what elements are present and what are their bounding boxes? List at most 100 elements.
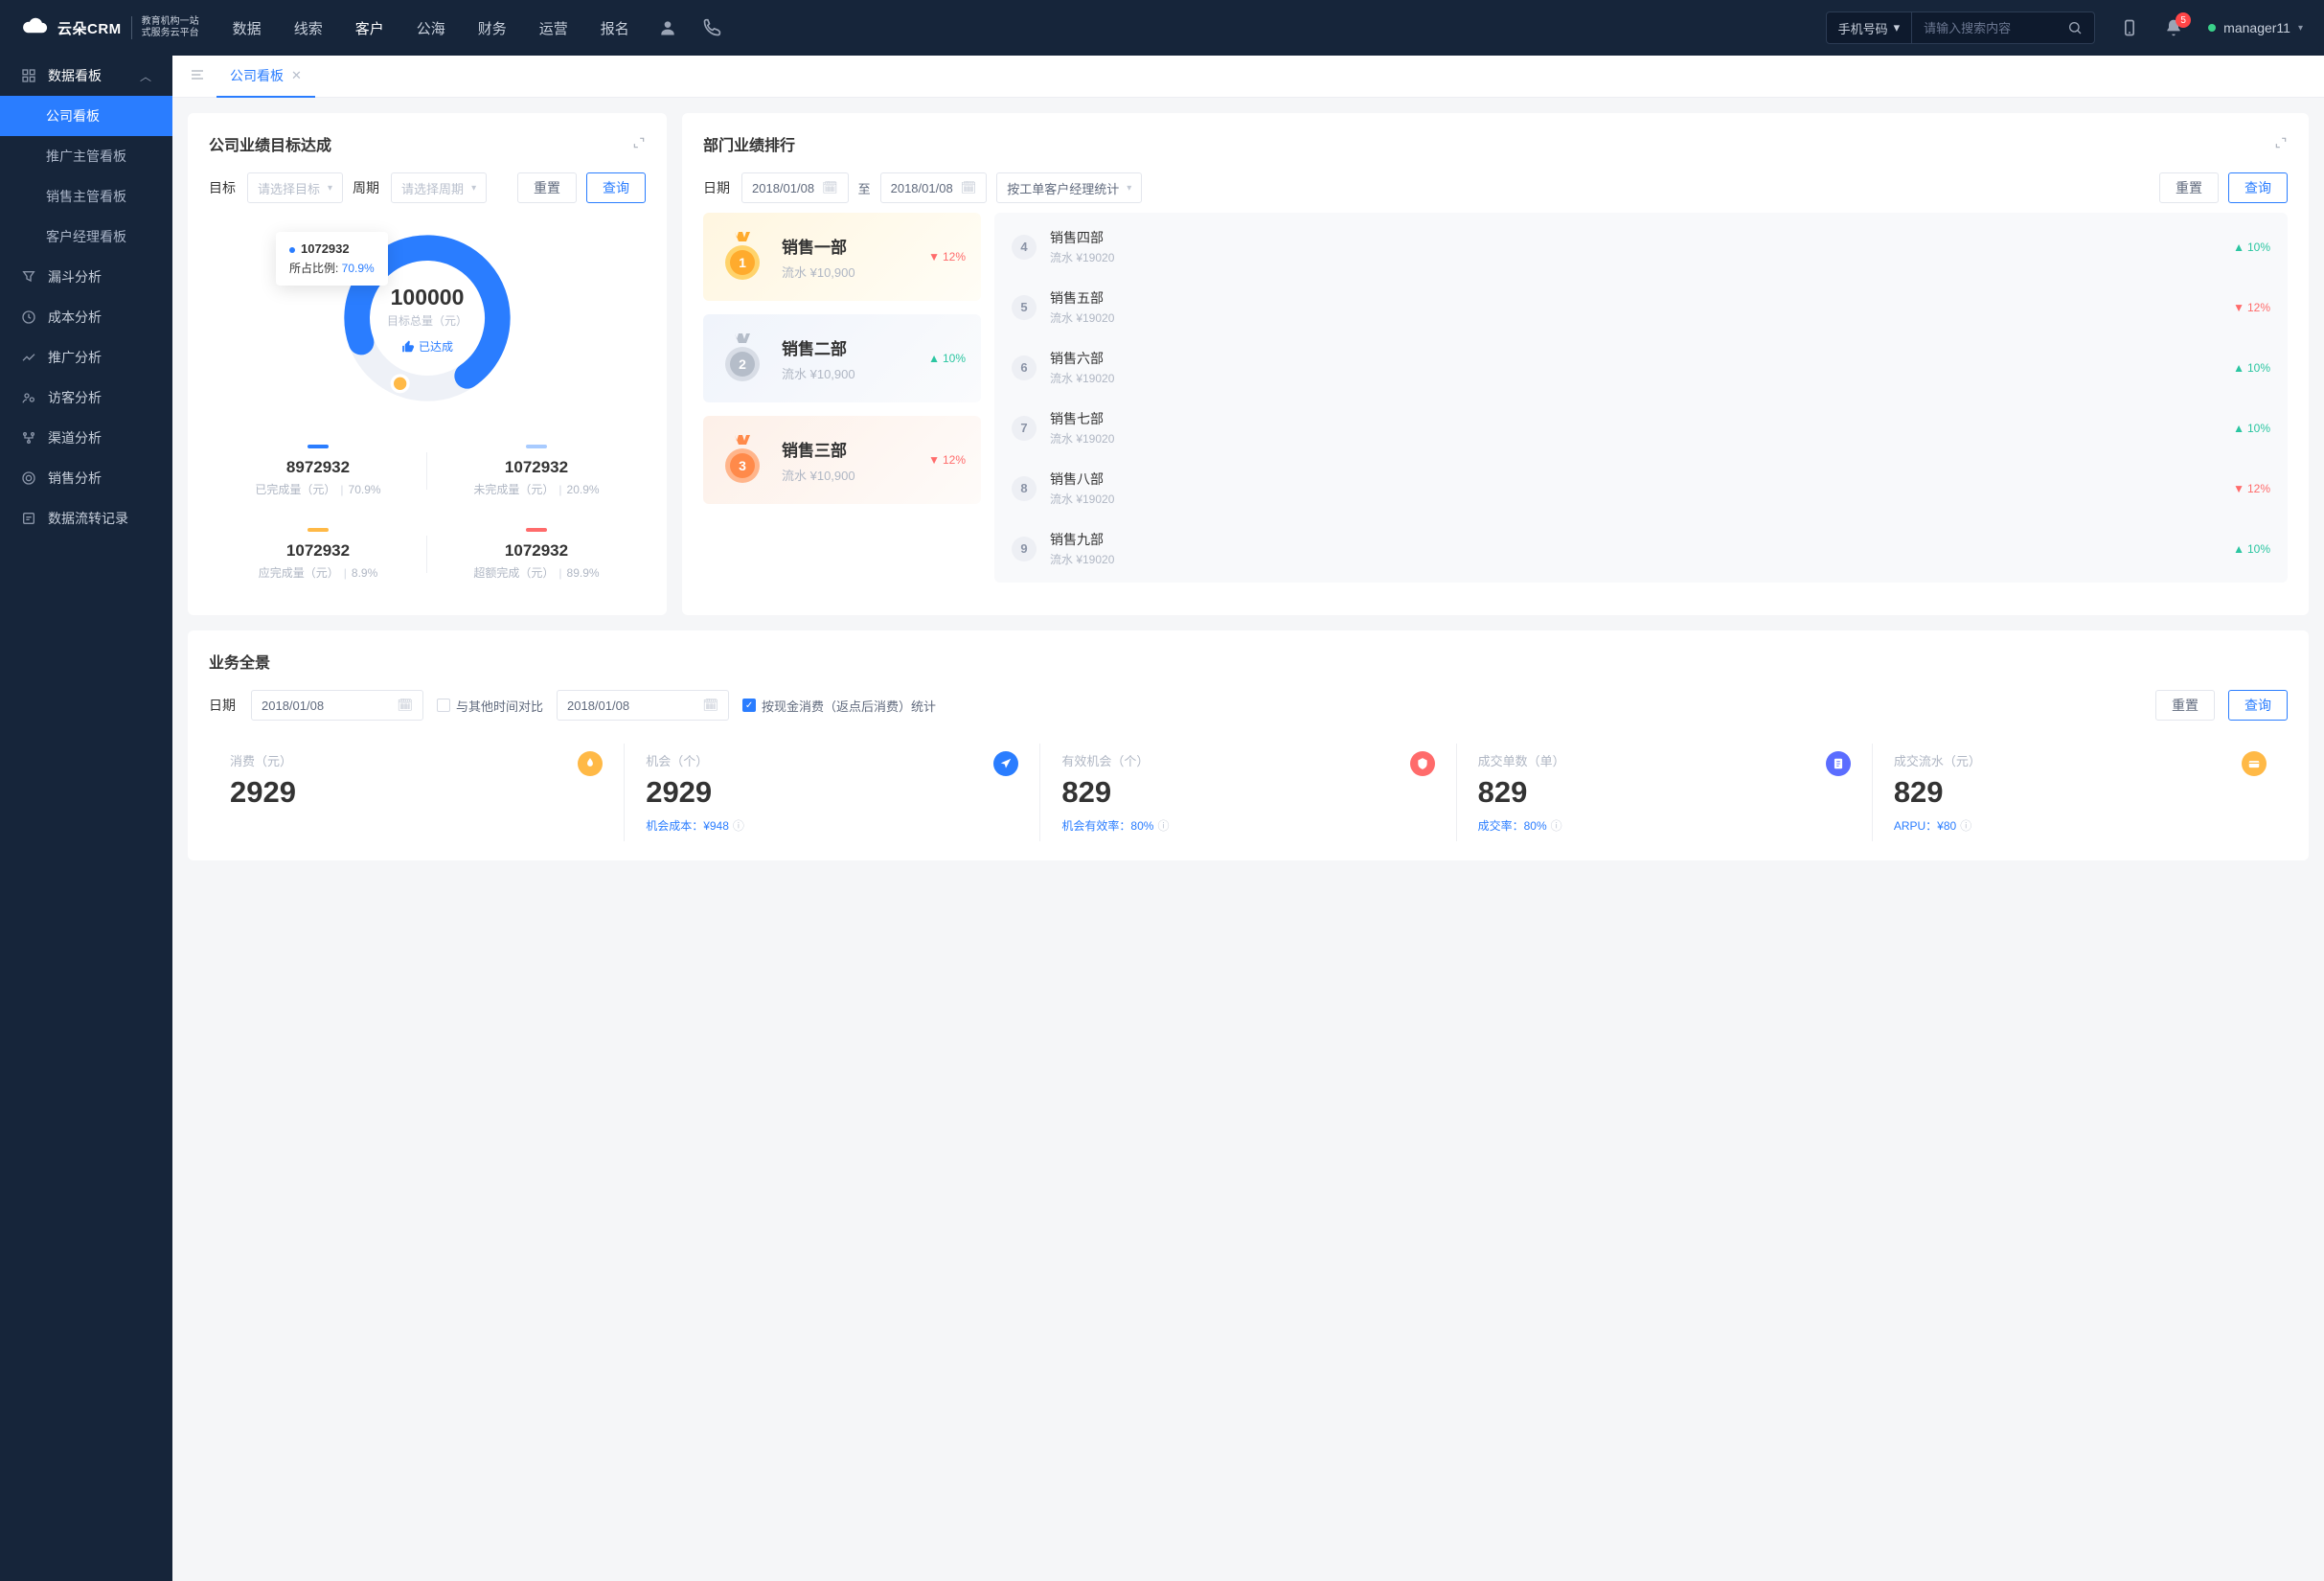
sidebar-item-2[interactable]: 推广分析 xyxy=(0,337,172,378)
sidebar-toggle-icon[interactable] xyxy=(186,64,209,88)
trend-indicator: ▼ 12% xyxy=(928,453,966,467)
stat-tile-3: 成交单数（单）829成交率：80% ⓘ xyxy=(1457,744,1873,841)
mobile-icon[interactable] xyxy=(2120,18,2139,37)
tile-icon xyxy=(993,751,1018,776)
arrow-icon: ▼ xyxy=(2233,301,2244,314)
stat-bar-icon xyxy=(526,528,547,532)
close-icon[interactable]: ✕ xyxy=(291,68,302,83)
rank-meta: 流水 ¥19020 xyxy=(1050,430,2220,447)
stat-tile-4: 成交流水（元）829ARPU：¥80 ⓘ xyxy=(1873,744,2288,841)
query-button[interactable]: 查询 xyxy=(586,172,646,203)
sidebar-item-6[interactable]: 数据流转记录 xyxy=(0,498,172,538)
brand-logo[interactable]: 云朵CRM 教育机构一站 式服务云平台 xyxy=(21,16,199,39)
sidebar-item-icon xyxy=(21,269,36,285)
tooltip-ratio-label: 所占比例: xyxy=(289,262,342,275)
sidebar-item-label: 漏斗分析 xyxy=(48,267,102,286)
period-select[interactable]: 请选择周期 ▾ xyxy=(391,172,487,203)
sidebar-sub-3[interactable]: 客户经理看板 xyxy=(0,217,172,257)
trend-indicator: ▲ 10% xyxy=(2233,542,2270,556)
reset-button[interactable]: 重置 xyxy=(517,172,577,203)
sidebar-group-dashboard[interactable]: 数据看板 ︿ xyxy=(0,56,172,96)
sidebar-sub-1[interactable]: 推广主管看板 xyxy=(0,136,172,176)
rank-top-3[interactable]: 3销售三部流水 ¥10,900▼ 12% xyxy=(703,416,981,504)
sidebar-item-icon xyxy=(21,309,36,325)
help-icon[interactable]: ⓘ xyxy=(1157,817,1169,834)
sidebar-item-0[interactable]: 漏斗分析 xyxy=(0,257,172,297)
date-to-input[interactable]: 2018/01/08🗓 xyxy=(880,172,988,203)
rank-name: 销售四部 xyxy=(1050,228,2220,247)
nav-3[interactable]: 公海 xyxy=(417,18,445,38)
query-button[interactable]: 查询 xyxy=(2228,172,2288,203)
brand-name: 云朵CRM xyxy=(57,18,122,38)
date2-input[interactable]: 2018/01/08🗓 xyxy=(557,690,729,721)
nav-4[interactable]: 财务 xyxy=(478,18,507,38)
sidebar-item-icon xyxy=(21,511,36,526)
tile-label: 消费（元） xyxy=(230,751,296,769)
compare-checkbox[interactable]: 与其他时间对比 xyxy=(437,697,543,715)
checkbox-checked-icon: ✓ xyxy=(742,699,756,712)
rank-item-5[interactable]: 5销售五部流水 ¥19020▼ 12% xyxy=(994,277,2288,337)
select-placeholder: 请选择目标 xyxy=(258,179,320,197)
trend-indicator: ▼ 12% xyxy=(2233,482,2270,495)
nav-6[interactable]: 报名 xyxy=(601,18,629,38)
rank-item-9[interactable]: 9销售九部流水 ¥19020▲ 10% xyxy=(994,518,2288,579)
rank-number: 4 xyxy=(1012,235,1037,260)
date-from-input[interactable]: 2018/01/08🗓 xyxy=(741,172,849,203)
sidebar-item-4[interactable]: 渠道分析 xyxy=(0,418,172,458)
rank-item-4[interactable]: 4销售四部流水 ¥19020▲ 10% xyxy=(994,217,2288,277)
sidebar-item-5[interactable]: 销售分析 xyxy=(0,458,172,498)
search-input[interactable] xyxy=(1912,21,2056,35)
cash-checkbox[interactable]: ✓按现金消费（返点后消费）统计 xyxy=(742,697,936,715)
cloud-icon xyxy=(21,16,48,39)
rank-name: 销售三部 xyxy=(782,437,855,461)
help-icon[interactable]: ⓘ xyxy=(1551,817,1562,834)
trend-indicator: ▲ 10% xyxy=(928,352,966,365)
tile-icon xyxy=(1826,751,1851,776)
user-icon[interactable] xyxy=(658,18,677,37)
notification-bell[interactable]: 5 xyxy=(2164,18,2183,37)
arrow-icon: ▲ xyxy=(2233,422,2244,435)
query-button[interactable]: 查询 xyxy=(2228,690,2288,721)
sidebar-item-1[interactable]: 成本分析 xyxy=(0,297,172,337)
search-type-select[interactable]: 手机号码 ▾ xyxy=(1827,12,1913,43)
nav-2[interactable]: 客户 xyxy=(355,18,384,38)
nav-1[interactable]: 线索 xyxy=(294,18,323,38)
nav-5[interactable]: 运营 xyxy=(539,18,568,38)
trend-indicator: ▼ 12% xyxy=(928,250,966,264)
tile-value: 829 xyxy=(1478,775,1565,810)
expand-icon[interactable] xyxy=(632,136,646,152)
reset-button[interactable]: 重置 xyxy=(2155,690,2215,721)
search-button[interactable] xyxy=(2056,12,2094,43)
nav-0[interactable]: 数据 xyxy=(233,18,262,38)
status-dot-icon xyxy=(2208,24,2216,32)
date-label: 日期 xyxy=(209,696,236,715)
sidebar-item-label: 推广分析 xyxy=(48,348,102,367)
group-by-select[interactable]: 按工单客户经理统计▾ xyxy=(996,172,1142,203)
rank-meta: 流水 ¥19020 xyxy=(1050,491,2220,507)
help-icon[interactable]: ⓘ xyxy=(1960,817,1971,834)
chevron-down-icon: ▾ xyxy=(471,183,476,194)
date1-input[interactable]: 2018/01/08🗓 xyxy=(251,690,423,721)
rank-item-8[interactable]: 8销售八部流水 ¥19020▼ 12% xyxy=(994,458,2288,518)
expand-icon[interactable] xyxy=(2274,136,2288,152)
rank-top-2[interactable]: 2销售二部流水 ¥10,900▲ 10% xyxy=(703,314,981,402)
phone-icon[interactable] xyxy=(702,18,721,37)
sidebar-item-3[interactable]: 访客分析 xyxy=(0,378,172,418)
sidebar-sub-0[interactable]: 公司看板 xyxy=(0,96,172,136)
help-icon[interactable]: ⓘ xyxy=(733,817,744,834)
target-select[interactable]: 请选择目标▾ xyxy=(247,172,343,203)
checkbox-box-icon xyxy=(437,699,450,712)
reset-button[interactable]: 重置 xyxy=(2159,172,2219,203)
rank-item-7[interactable]: 7销售七部流水 ¥19020▲ 10% xyxy=(994,398,2288,458)
stat-bar-icon xyxy=(308,445,329,448)
select-placeholder: 请选择周期 xyxy=(401,179,464,197)
tab-company-dashboard[interactable]: 公司看板 ✕ xyxy=(216,56,315,98)
sidebar-sub-2[interactable]: 销售主管看板 xyxy=(0,176,172,217)
rank-item-6[interactable]: 6销售六部流水 ¥19020▲ 10% xyxy=(994,337,2288,398)
sidebar-item-label: 数据流转记录 xyxy=(48,509,128,528)
user-menu[interactable]: manager11 ▾ xyxy=(2208,20,2303,35)
rank-top-1[interactable]: 1销售一部流水 ¥10,900▼ 12% xyxy=(703,213,981,301)
achieved-label: 已达成 xyxy=(419,338,453,355)
tile-label: 机会（个） xyxy=(646,751,744,769)
rank-meta: 流水 ¥19020 xyxy=(1050,249,2220,265)
